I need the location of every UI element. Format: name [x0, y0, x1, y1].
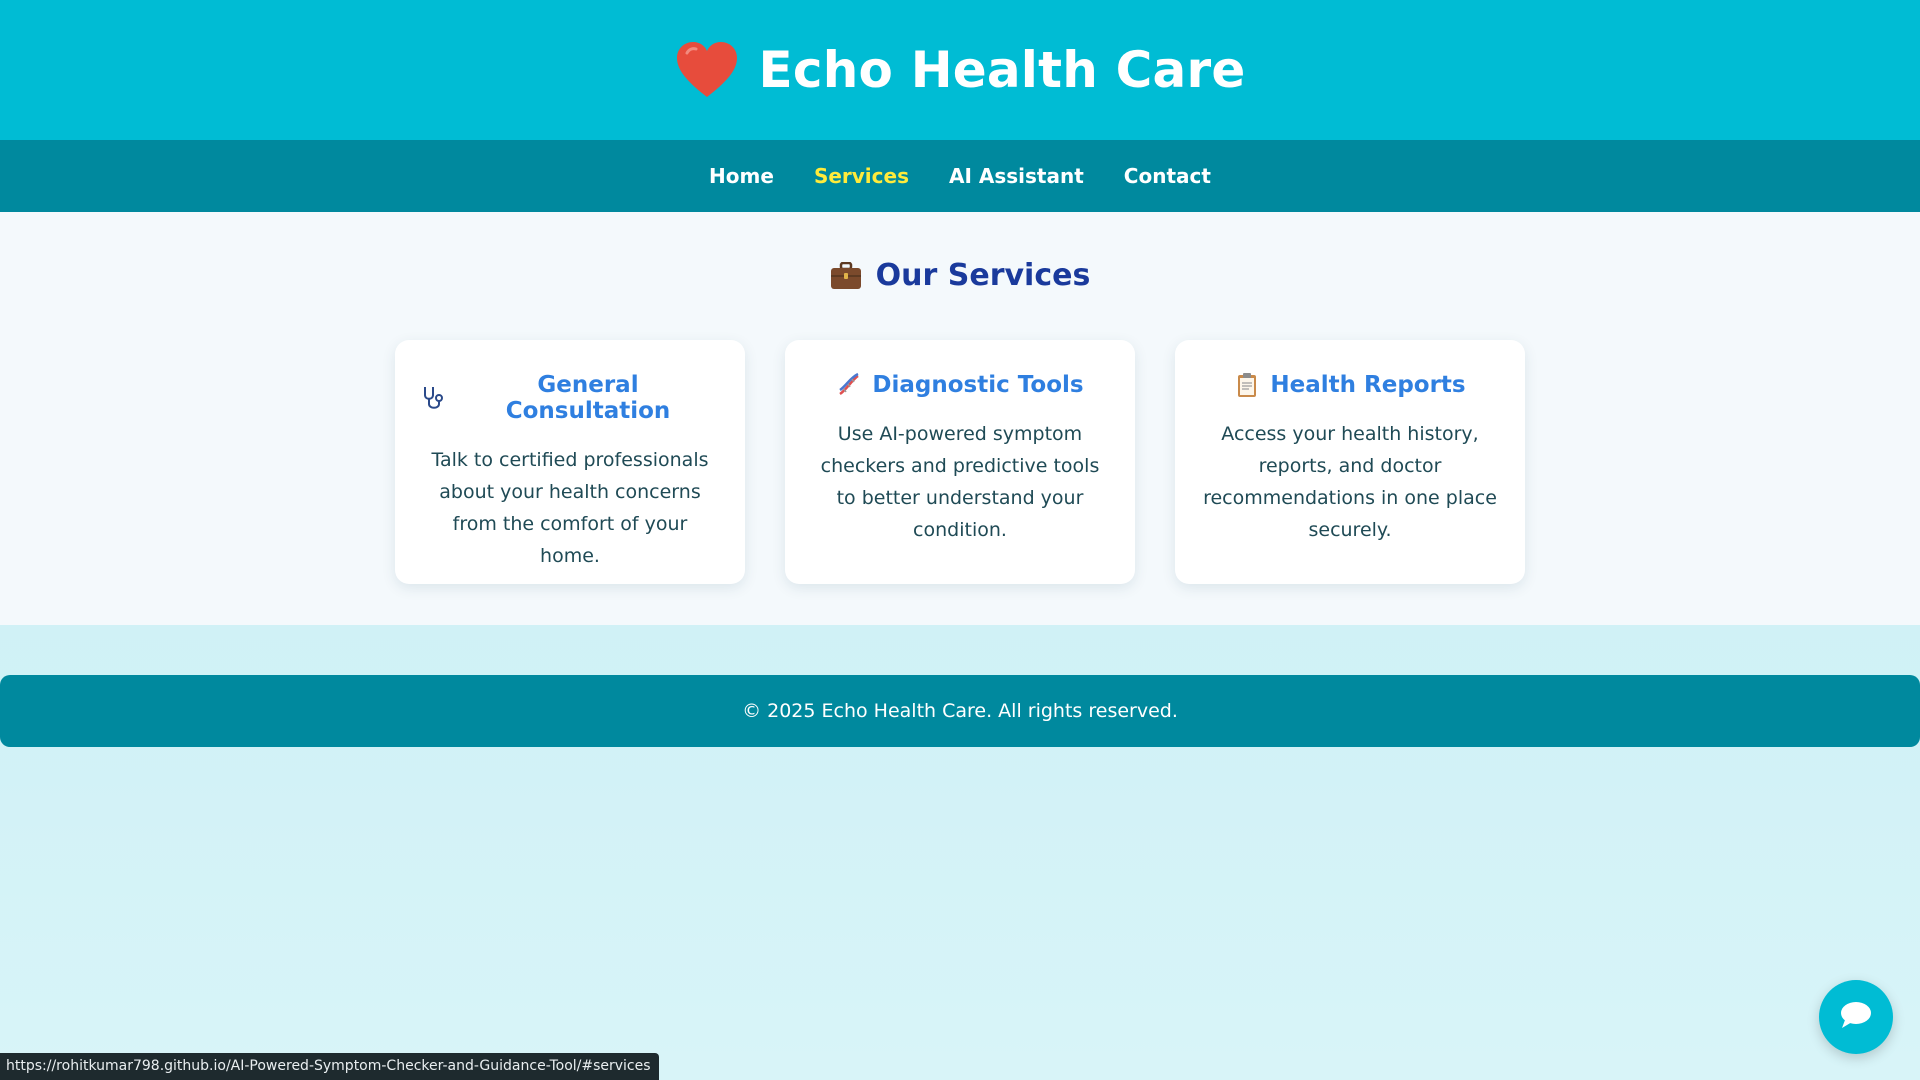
briefcase-icon	[830, 261, 862, 290]
card-title: Health Reports	[1270, 372, 1466, 398]
nav-contact[interactable]: Contact	[1124, 164, 1211, 188]
link-status-bar: https://rohitkumar798.github.io/AI-Power…	[0, 1053, 659, 1080]
card-title-row: General Consultation	[421, 372, 719, 424]
card-description: Access your health history, reports, and…	[1203, 423, 1497, 541]
site-header: Echo Health Care	[0, 0, 1920, 140]
section-title: Our Services	[0, 258, 1920, 293]
clipboard-icon	[1234, 372, 1260, 398]
service-card-consultation: General Consultation Talk to certified p…	[395, 340, 745, 584]
heart-icon	[675, 41, 739, 99]
site-title: Echo Health Care	[758, 41, 1246, 99]
dna-icon	[836, 372, 862, 398]
site-footer: © 2025 Echo Health Care. All rights rese…	[0, 675, 1920, 747]
chat-bubble-icon	[1839, 1000, 1873, 1034]
nav-home[interactable]: Home	[709, 164, 774, 188]
chat-button[interactable]	[1819, 980, 1893, 1054]
copyright-text: © 2025 Echo Health Care. All rights rese…	[742, 700, 1178, 722]
services-section: Our Services General Consultation Talk t…	[0, 212, 1920, 625]
nav-ai-assistant[interactable]: AI Assistant	[949, 164, 1084, 188]
card-description: Use AI-powered symptom checkers and pred…	[820, 423, 1100, 541]
card-title-row: Diagnostic Tools	[811, 372, 1109, 398]
nav-services[interactable]: Services	[814, 164, 909, 188]
card-title: Diagnostic Tools	[872, 372, 1084, 398]
services-heading: Our Services	[875, 258, 1091, 293]
card-title: General Consultation	[505, 372, 671, 424]
main-nav: Home Services AI Assistant Contact	[0, 140, 1920, 212]
card-title-row: Health Reports	[1201, 372, 1499, 398]
service-card-diagnostics: Diagnostic Tools Use AI-powered symptom …	[785, 340, 1135, 584]
stethoscope-icon	[421, 385, 447, 411]
service-card-reports: Health Reports Access your health histor…	[1175, 340, 1525, 584]
card-description: Talk to certified professionals about yo…	[431, 449, 709, 567]
